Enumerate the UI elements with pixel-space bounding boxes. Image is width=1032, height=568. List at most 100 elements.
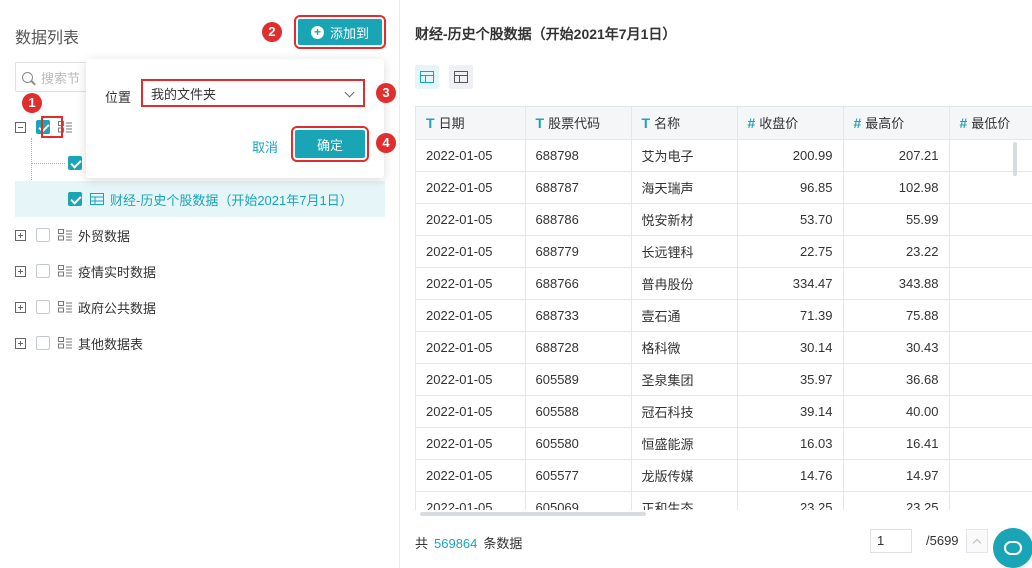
table-cell: 688733: [525, 299, 632, 332]
table-cell: 605580: [525, 427, 632, 460]
table-cell: 102.98: [843, 171, 950, 204]
expand-icon[interactable]: [15, 337, 26, 349]
column-header[interactable]: T 股票代码: [525, 107, 632, 140]
tree-checkbox[interactable]: [68, 192, 82, 206]
count-prefix: 共: [415, 536, 429, 551]
tree-item-label: 疫情实时数据: [78, 264, 157, 280]
table-row[interactable]: 2022-01-05 688728 格科微 30.14 30.43: [416, 331, 1032, 364]
count-value: 569864: [434, 536, 478, 551]
column-header[interactable]: # 收盘价: [737, 107, 844, 140]
table-header-row: T 日期 T 股票代码 T 名称 # 收盘价 # 最高价 # 最低价: [416, 107, 1032, 140]
add-to-button[interactable]: + 添加到: [294, 15, 386, 49]
table-cell: 海天瑞声: [631, 171, 738, 204]
location-select[interactable]: 我的文件夹: [141, 79, 365, 107]
confirm-button[interactable]: 确定: [291, 126, 369, 162]
tree-item-label: 其他数据表: [78, 336, 144, 352]
tree-checkbox[interactable]: [36, 300, 50, 314]
chevron-down-icon: [344, 87, 355, 98]
highlight-box: [41, 116, 63, 138]
table-cell: 22.75: [737, 235, 844, 268]
column-header[interactable]: T 名称: [631, 107, 738, 140]
table-cell: 35.97: [737, 363, 844, 396]
table-cell: 圣泉集团: [631, 363, 738, 396]
table-cell: 14.76: [737, 459, 844, 492]
table-row[interactable]: 2022-01-05 605588 冠石科技 39.14 40.00: [416, 395, 1032, 428]
layout-view-button[interactable]: [449, 65, 473, 89]
table-row[interactable]: 2022-01-05 605580 恒盛能源 16.03 16.41: [416, 427, 1032, 460]
tree-item-government[interactable]: 政府公共数据: [15, 289, 156, 325]
table-cell: 23.22: [843, 235, 950, 268]
table-view-icon: [420, 71, 434, 83]
chat-icon: [1004, 541, 1022, 555]
tree-item-foreign-trade[interactable]: 外贸数据: [15, 217, 130, 253]
table-cell: 2022-01-05: [416, 427, 526, 460]
table-cell: 688766: [525, 267, 632, 300]
expand-icon[interactable]: [15, 265, 26, 277]
table-cell: [949, 203, 1032, 236]
table-row[interactable]: 2022-01-05 605069 正和生态 23.25 23.25: [416, 491, 1032, 510]
table-cell: 长远锂科: [631, 235, 738, 268]
tree-item-finance-stock[interactable]: 财经-历史个股数据（开始2021年7月1日）: [68, 181, 353, 217]
table-cell: 688728: [525, 331, 632, 364]
tree-checkbox[interactable]: [68, 156, 82, 170]
column-header-label: 收盘价: [759, 116, 799, 132]
table-row[interactable]: 2022-01-05 688786 悦安新材 53.70 55.99: [416, 203, 1032, 236]
page-total: /5699: [926, 533, 959, 548]
cancel-button[interactable]: 取消: [252, 137, 278, 156]
expand-icon[interactable]: [15, 301, 26, 313]
table-cell: 2022-01-05: [416, 331, 526, 364]
table-cell: 2022-01-05: [416, 459, 526, 492]
table-row[interactable]: 2022-01-05 688733 壹石通 71.39 75.88: [416, 299, 1032, 332]
table-row[interactable]: 2022-01-05688798艾为电子200.99207.211: [416, 139, 1032, 172]
page-prev-button[interactable]: [966, 529, 988, 553]
page-number-input[interactable]: 1: [870, 529, 912, 553]
numeric-type-icon: #: [959, 115, 968, 132]
search-placeholder: 搜索节: [41, 70, 81, 86]
table-group-icon: [58, 229, 72, 241]
column-header[interactable]: # 最高价: [843, 107, 950, 140]
expand-icon[interactable]: [15, 229, 26, 241]
horizontal-scrollbar[interactable]: [420, 512, 646, 516]
table-cell: 龙版传媒: [631, 459, 738, 492]
table-cell: [949, 171, 1032, 204]
table-cell: 悦安新材: [631, 203, 738, 236]
tree-checkbox[interactable]: [36, 336, 50, 350]
table-cell: 71.39: [737, 299, 844, 332]
vertical-scrollbar[interactable]: [1013, 142, 1017, 176]
table-row[interactable]: 2022-01-05 605589 圣泉集团 35.97 36.68: [416, 363, 1032, 396]
table-cell: 普冉股份: [631, 267, 738, 300]
table-cell: 2022-01-05: [416, 267, 526, 300]
column-header-label: 最高价: [865, 116, 905, 132]
table-row[interactable]: 2022-01-05 605577 龙版传媒 14.76 14.97: [416, 459, 1032, 492]
table-row[interactable]: 2022-01-05 688787 海天瑞声 96.85 102.98: [416, 171, 1032, 204]
tree-checkbox[interactable]: [36, 264, 50, 278]
app-root: 数据列表 + 添加到 搜索节 财经-历史个股数据（开始2021年7月1日） 外贸…: [0, 0, 1032, 568]
search-icon: [22, 71, 33, 83]
tree-item-epidemic[interactable]: 疫情实时数据: [15, 253, 156, 289]
table-cell: [949, 299, 1032, 332]
table-cell: 3: [949, 267, 1032, 300]
table-cell: 688787: [525, 171, 632, 204]
table-row[interactable]: 2022-01-05688766普冉股份334.47343.883: [416, 267, 1032, 300]
table-cell: 2022-01-05: [416, 491, 526, 510]
column-header[interactable]: T 日期: [416, 107, 526, 140]
chat-support-button[interactable]: [993, 528, 1032, 568]
collapse-icon[interactable]: [15, 121, 26, 133]
data-table[interactable]: T 日期 T 股票代码 T 名称 # 收盘价 # 最高价 # 最低价 2022-01-05 688798…: [415, 106, 1032, 510]
tree-item-other[interactable]: 其他数据表: [15, 325, 143, 361]
table-group-icon: [58, 301, 72, 313]
table-view-button[interactable]: [415, 65, 439, 89]
column-header-label: 最低价: [971, 116, 1011, 132]
table-cell: 605589: [525, 363, 632, 396]
search-input[interactable]: 搜索节: [15, 62, 90, 92]
tree-checkbox[interactable]: [36, 228, 50, 242]
location-value: 我的文件夹: [151, 86, 217, 102]
tree-connector: [31, 163, 65, 164]
column-header[interactable]: # 最低价: [949, 107, 1032, 140]
step-marker-1: 1: [22, 93, 42, 113]
column-header-label: 日期: [438, 116, 465, 132]
table-cell: 688786: [525, 203, 632, 236]
table-cell: [949, 235, 1032, 268]
table-cell: [949, 395, 1032, 428]
table-row[interactable]: 2022-01-05 688779 长远锂科 22.75 23.22: [416, 235, 1032, 268]
